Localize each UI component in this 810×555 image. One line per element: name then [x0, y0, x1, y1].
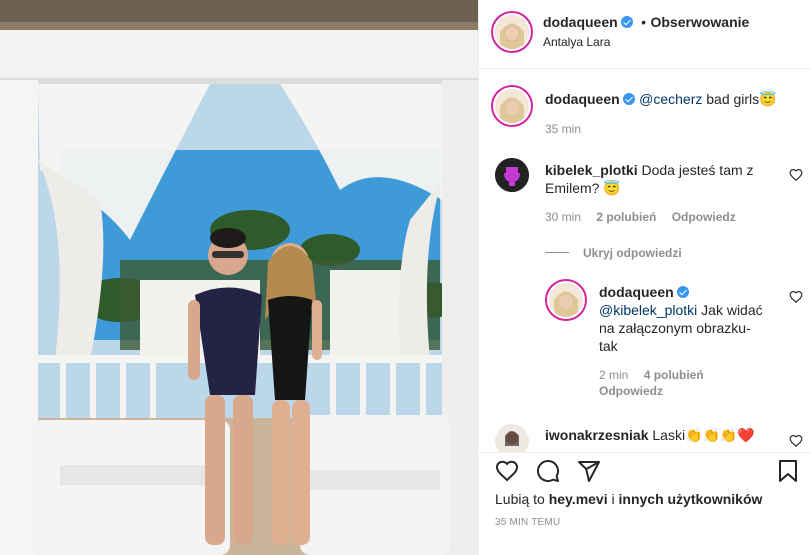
reply-time[interactable]: 2 min [599, 368, 628, 382]
caption-avatar[interactable] [491, 85, 533, 127]
caption-username[interactable]: dodaqueen [545, 91, 620, 107]
likes-user-link[interactable]: hey.mevi [549, 491, 608, 507]
reply-username[interactable]: dodaqueen [599, 284, 674, 300]
commenter2-avatar[interactable] [495, 424, 529, 452]
replies-line [545, 252, 569, 254]
likes-middle: i [607, 491, 619, 507]
caption-emoji: 😇 [759, 91, 777, 107]
comment-username[interactable]: kibelek_plotki [545, 162, 638, 178]
reply-text: dodaqueen @kibelek_plotki Jak widać na z… [599, 283, 769, 355]
avatar-image [495, 424, 529, 452]
verified-icon [676, 286, 689, 298]
caption-text: dodaqueen @cecherz bad girls😇 [545, 91, 795, 109]
reply-mention[interactable]: @kibelek_plotki [599, 302, 697, 318]
avatar-image [549, 283, 583, 317]
comment-like-heart-icon[interactable] [789, 168, 803, 182]
comment2-body: Laski👏👏👏❤️ [652, 427, 755, 443]
action-bar [479, 453, 810, 489]
caption-time[interactable]: 35 min [545, 122, 581, 136]
comment-text: kibelek_plotki Doda jesteś tam z Emilem?… [545, 161, 765, 197]
post-header: dodaqueen • Obserwowanie Antalya Lara [479, 0, 810, 68]
comment2-text: iwonakrzesniak Laski👏👏👏❤️ [545, 427, 755, 444]
heart-icon[interactable] [495, 459, 519, 483]
hide-replies-toggle[interactable]: Ukryj odpowiedzi [545, 244, 682, 262]
likes-others-link[interactable]: innych użytkowników [619, 491, 763, 507]
comment-reply-button[interactable]: Odpowiedz [672, 210, 736, 224]
comment-meta: 30 min 2 polubień Odpowiedz [545, 210, 736, 224]
commenter-avatar[interactable] [495, 158, 529, 192]
likes-summary: Lubią to hey.mevi i innych użytkowników [495, 491, 762, 507]
avatar-image [495, 89, 529, 123]
caption-body: bad girls [702, 91, 760, 107]
reply-meta: 2 min 4 polubień Odpowiedz [599, 367, 749, 399]
caption-mention[interactable]: @cecherz [639, 91, 702, 107]
post-photo[interactable] [0, 0, 478, 555]
header-separator: • [641, 14, 647, 30]
comments-area: dodaqueen @cecherz bad girls😇 35 min kib… [479, 69, 810, 452]
share-icon[interactable] [577, 459, 601, 483]
author-username[interactable]: dodaqueen [543, 14, 618, 30]
author-avatar[interactable] [491, 11, 533, 53]
verified-icon [622, 93, 635, 105]
likes-prefix: Lubią to [495, 491, 549, 507]
toilet-icon [495, 158, 529, 192]
comment2-username[interactable]: iwonakrzesniak [545, 427, 649, 443]
comment2-like-heart-icon[interactable] [789, 434, 803, 448]
post-image [0, 0, 478, 555]
comment-likes[interactable]: 2 polubień [596, 210, 656, 224]
reply-likes[interactable]: 4 polubień [644, 368, 704, 382]
avatar-image [495, 15, 529, 49]
reply-avatar[interactable] [545, 279, 587, 321]
hide-replies-label: Ukryj odpowiedzi [583, 246, 682, 260]
location-link[interactable]: Antalya Lara [543, 35, 610, 49]
comment-icon[interactable] [536, 459, 560, 483]
reply-like-heart-icon[interactable] [789, 290, 803, 304]
bookmark-icon[interactable] [776, 459, 800, 483]
post-timestamp[interactable]: 35 MIN TEMU [495, 517, 560, 528]
reply-reply-button[interactable]: Odpowiedz [599, 384, 663, 398]
post-sidebar: dodaqueen • Obserwowanie Antalya Lara do… [478, 0, 810, 555]
comment-time[interactable]: 30 min [545, 210, 581, 224]
verified-icon [620, 16, 633, 28]
follow-status-button[interactable]: Obserwowanie [650, 14, 749, 30]
